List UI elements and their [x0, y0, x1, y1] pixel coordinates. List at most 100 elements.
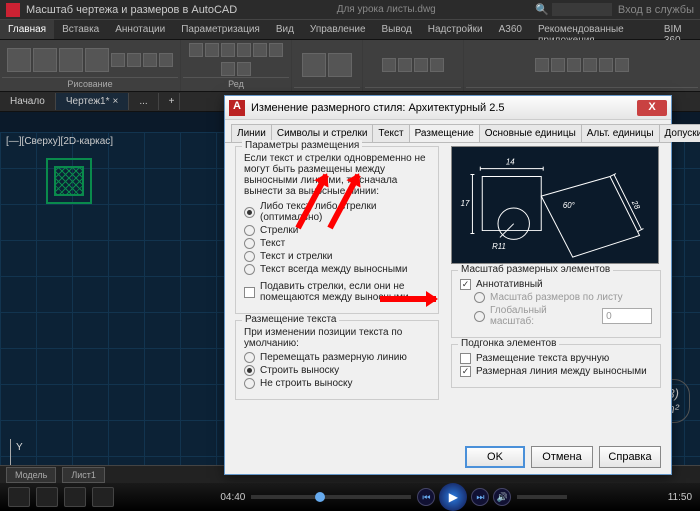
app-logo-icon	[6, 3, 20, 17]
arc-icon[interactable]	[85, 48, 109, 72]
ribbon-tab-addons[interactable]: Надстройки	[420, 20, 491, 39]
doc-tab-other[interactable]: ...	[129, 93, 158, 110]
volume-bar[interactable]	[517, 495, 567, 499]
search-box[interactable]: 🔍	[535, 3, 612, 16]
app-titlebar: Масштаб чертежа и размеров в AutoCAD Для…	[0, 0, 700, 20]
ribbon-tab-manage[interactable]: Управление	[302, 20, 374, 39]
tool-icon[interactable]	[382, 58, 396, 72]
tool-icon[interactable]	[583, 58, 597, 72]
tool-icon[interactable]	[221, 62, 235, 76]
annotation-arrow	[380, 296, 436, 302]
doc-tab-drawing[interactable]: Чертеж1*×	[56, 93, 129, 110]
group-title: Размещение текста	[242, 314, 339, 325]
check-annotative[interactable]: ✓Аннотативный	[460, 279, 652, 290]
ribbon-tab-apps[interactable]: Рекомендованные приложения	[530, 20, 656, 39]
radio-paper-scale: Масштаб размеров по листу	[474, 292, 652, 303]
tool-icon[interactable]	[143, 53, 157, 67]
tool-icon[interactable]	[221, 43, 235, 57]
finetune-group: Подгонка элементов Размещение текста вру…	[451, 344, 661, 388]
login-link[interactable]: Вход в службы	[618, 4, 694, 16]
tool-icon[interactable]	[599, 58, 613, 72]
ribbon-tab-a360[interactable]: A360	[491, 20, 530, 39]
ok-button[interactable]: OK	[465, 446, 525, 468]
ribbon-tab-bim[interactable]: BIM 360	[656, 20, 700, 39]
ribbon-tab-insert[interactable]: Вставка	[54, 20, 107, 39]
tool-icon[interactable]	[430, 58, 444, 72]
model-tab[interactable]: Модель	[6, 467, 56, 483]
radio-leader[interactable]: Строить выноску	[244, 365, 430, 376]
radio-always[interactable]: Текст всегда между выносными	[244, 264, 430, 275]
tool-icon[interactable]	[205, 43, 219, 57]
dialog-buttons: OK Отмена Справка	[465, 446, 661, 468]
next-button[interactable]: ⏭	[471, 488, 489, 506]
dialog-title: Изменение размерного стиля: Архитектурны…	[251, 102, 505, 114]
ribbon-tabs: Главная Вставка Аннотации Параметризация…	[0, 20, 700, 40]
polyline-icon[interactable]	[33, 48, 57, 72]
dimstyle-dialog: A Изменение размерного стиля: Архитектур…	[224, 95, 672, 475]
line-icon[interactable]	[7, 48, 31, 72]
tool-icon[interactable]	[111, 53, 125, 67]
tool-icon[interactable]	[237, 43, 251, 57]
check-manual[interactable]: Размещение текста вручную	[460, 353, 652, 364]
ribbon-tab-home[interactable]: Главная	[0, 20, 54, 39]
text-placement-group: Размещение текста При изменении позиции …	[235, 320, 439, 400]
tool-icon[interactable]	[551, 58, 565, 72]
app-title: Масштаб чертежа и размеров в AutoCAD	[26, 4, 237, 16]
ribbon: Рисование Ред	[0, 40, 700, 92]
ribbon-tab-param[interactable]: Параметризация	[173, 20, 268, 39]
tab-fit[interactable]: Размещение	[409, 124, 480, 142]
taskbar-app-icon[interactable]	[8, 487, 30, 507]
new-tab-button[interactable]: +	[159, 93, 180, 110]
radio-both[interactable]: Текст и стрелки	[244, 251, 430, 262]
tool-icon[interactable]	[269, 43, 283, 57]
taskbar-app-icon[interactable]	[64, 487, 86, 507]
fit-desc: Если текст и стрелки одновременно не мог…	[244, 153, 430, 197]
seek-bar[interactable]	[251, 495, 411, 499]
tool-icon[interactable]	[567, 58, 581, 72]
taskbar-app-icon[interactable]	[92, 487, 114, 507]
media-time: 04:40	[220, 492, 245, 503]
text-desc: При изменении позиции текста по умолчани…	[244, 327, 430, 349]
taskbar-app-icon[interactable]	[36, 487, 58, 507]
radio-move-dim[interactable]: Перемещать размерную линию	[244, 352, 430, 363]
prev-button[interactable]: ⏮	[417, 488, 435, 506]
radio-global-scale: Глобальный масштаб:0	[474, 305, 652, 327]
layout-tab[interactable]: Лист1	[62, 467, 105, 483]
radio-text[interactable]: Текст	[244, 238, 430, 249]
ribbon-tab-output[interactable]: Вывод	[374, 20, 420, 39]
text-icon[interactable]	[302, 53, 326, 77]
ribbon-tab-annotate[interactable]: Аннотации	[107, 20, 173, 39]
radio-arrows[interactable]: Стрелки	[244, 225, 430, 236]
doc-tab-start[interactable]: Начало	[0, 93, 56, 110]
tool-icon[interactable]	[189, 43, 203, 57]
radio-no-leader[interactable]: Не строить выноску	[244, 378, 430, 389]
circle-icon[interactable]	[59, 48, 83, 72]
ribbon-tab-view[interactable]: Вид	[268, 20, 302, 39]
tool-icon[interactable]	[615, 58, 629, 72]
viewport-label[interactable]: [—][Сверху][2D-каркас]	[6, 136, 113, 147]
svg-text:60°: 60°	[563, 201, 575, 210]
search-input[interactable]	[552, 3, 612, 16]
cancel-button[interactable]: Отмена	[531, 446, 593, 468]
check-force-line[interactable]: ✓Размерная линия между выносными	[460, 366, 652, 377]
dialog-titlebar[interactable]: A Изменение размерного стиля: Архитектур…	[225, 96, 671, 120]
dim-icon[interactable]	[328, 53, 352, 77]
play-button[interactable]: ▶	[439, 483, 467, 511]
tool-icon[interactable]	[414, 58, 428, 72]
group-title: Масштаб размерных элементов	[458, 264, 613, 275]
tool-icon[interactable]	[159, 53, 173, 67]
tool-icon[interactable]	[398, 58, 412, 72]
ucs-icon: Y	[10, 439, 38, 467]
close-icon[interactable]: ×	[112, 96, 118, 107]
hatch-object[interactable]	[46, 158, 92, 204]
group-title: Параметры размещения	[242, 140, 362, 151]
close-button[interactable]: X	[637, 100, 667, 116]
tool-icon[interactable]	[253, 43, 267, 57]
tool-icon[interactable]	[237, 62, 251, 76]
volume-icon[interactable]: 🔊	[493, 488, 511, 506]
app-icon: A	[229, 100, 245, 116]
tool-icon[interactable]	[127, 53, 141, 67]
global-scale-field: 0	[602, 308, 652, 324]
help-button[interactable]: Справка	[599, 446, 661, 468]
tool-icon[interactable]	[535, 58, 549, 72]
